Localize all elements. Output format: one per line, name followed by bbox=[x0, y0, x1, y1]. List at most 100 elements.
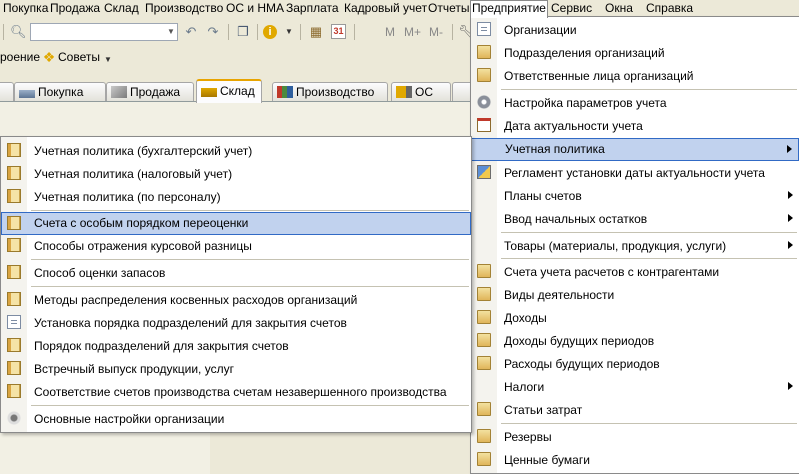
menu-otchety[interactable]: Отчеты bbox=[427, 0, 470, 17]
menu-item-opening-balances[interactable]: Ввод начальных остатков bbox=[471, 208, 799, 230]
submenu-item-special-revaluation[interactable]: Счета с особым порядком переоценки bbox=[1, 212, 471, 235]
calculator-icon[interactable]: ▦ bbox=[308, 24, 324, 40]
menu-item-counterparty-accounts[interactable]: Счета учета расчетов с контрагентами bbox=[471, 261, 799, 283]
chevron-down-icon[interactable]: ▼ bbox=[281, 24, 297, 40]
menu-item-goods[interactable]: Товары (материалы, продукция, услуги) bbox=[471, 235, 799, 257]
tab-proizvodstvo[interactable]: Производство bbox=[272, 82, 388, 101]
chevron-down-icon[interactable]: ▼ bbox=[100, 52, 116, 68]
menu-item-deferred-income[interactable]: Доходы будущих периодов bbox=[471, 330, 799, 352]
submenu-arrow-icon bbox=[788, 241, 793, 249]
advice-button[interactable]: Советы bbox=[58, 50, 100, 64]
menu-item-organizations[interactable]: Организации bbox=[471, 19, 799, 41]
menu-servis[interactable]: Сервис bbox=[550, 0, 593, 17]
memory-button[interactable]: M bbox=[385, 25, 395, 39]
toolbar-separator bbox=[300, 24, 301, 40]
menu-item-label: Виды деятельности bbox=[504, 288, 615, 302]
regulation-icon bbox=[477, 165, 491, 179]
memory-plus-button[interactable]: M+ bbox=[404, 25, 421, 39]
main-menu-bar: Покупка Продажа Склад Производство ОС и … bbox=[0, 0, 799, 18]
menu-separator bbox=[31, 405, 469, 406]
toolbar-separator bbox=[354, 24, 355, 40]
menu-item-label: Ответственные лица организаций bbox=[504, 69, 694, 83]
menu-item-cost-items[interactable]: Статьи затрат bbox=[471, 399, 799, 421]
menu-item-income[interactable]: Доходы bbox=[471, 307, 799, 329]
toolbar-separator bbox=[257, 24, 258, 40]
book-icon bbox=[7, 361, 21, 375]
menu-item-deferred-expenses[interactable]: Расходы будущих периодов bbox=[471, 353, 799, 375]
menu-sklad[interactable]: Склад bbox=[103, 0, 140, 17]
menu-kadrovyi-uchet[interactable]: Кадровый учет bbox=[343, 0, 428, 17]
menu-item-actuality-date[interactable]: Дата актуальности учета bbox=[471, 115, 799, 137]
menu-item-departments[interactable]: Подразделения организаций bbox=[471, 42, 799, 64]
section-tabs: Покупка Продажа Склад Производство ОС bbox=[0, 76, 478, 103]
submenu-arrow-icon bbox=[788, 214, 793, 222]
book-icon bbox=[477, 68, 491, 82]
menu-proizvodstvo[interactable]: Производство bbox=[144, 0, 224, 17]
book-icon bbox=[477, 356, 491, 370]
calendar-icon bbox=[477, 118, 491, 132]
tab-hidden-left[interactable] bbox=[0, 82, 14, 101]
submenu-item-indirect-cost-methods[interactable]: Методы распределения косвенных расходов … bbox=[1, 289, 471, 311]
menu-item-label: Учетная политика bbox=[505, 142, 605, 156]
menu-item-label: Расходы будущих периодов bbox=[504, 357, 660, 371]
submenu-item-organization-settings[interactable]: Основные настройки организации bbox=[1, 408, 471, 430]
menu-item-label: Регламент установки даты актуальности уч… bbox=[504, 166, 765, 180]
menu-item-actuality-regulation[interactable]: Регламент установки даты актуальности уч… bbox=[471, 162, 799, 184]
tab-pokupka[interactable]: Покупка bbox=[14, 82, 106, 101]
menu-predpriyatie[interactable]: Предприятие bbox=[470, 0, 548, 18]
tab-prodazha[interactable]: Продажа bbox=[106, 82, 194, 101]
gear-icon bbox=[477, 95, 491, 109]
menu-okna[interactable]: Окна bbox=[604, 0, 634, 17]
submenu-item-exchange-difference[interactable]: Способы отражения курсовой разницы bbox=[1, 235, 471, 257]
memory-minus-button[interactable]: M- bbox=[429, 25, 443, 39]
menu-item-accounting-policy[interactable]: Учетная политика bbox=[471, 138, 799, 161]
menu-zarplata[interactable]: Зарплата bbox=[285, 0, 340, 17]
menu-item-label: Настройка параметров учета bbox=[504, 96, 667, 110]
calendar-icon[interactable]: 31 bbox=[331, 24, 346, 39]
submenu-item-policy-personnel[interactable]: Учетная политика (по персоналу) bbox=[1, 186, 471, 208]
tab-sklad[interactable]: Склад bbox=[196, 79, 262, 103]
lightbulb-icon: ❖ bbox=[42, 49, 56, 65]
menu-item-accounting-parameters[interactable]: Настройка параметров учета bbox=[471, 92, 799, 114]
submenu-item-counter-output[interactable]: Встречный выпуск продукции, услуг bbox=[1, 358, 471, 380]
tab-label: Производство bbox=[296, 85, 375, 99]
toolbar-item-setup[interactable]: роение bbox=[0, 50, 40, 64]
menu-spravka[interactable]: Справка bbox=[645, 0, 694, 17]
book-icon bbox=[477, 45, 491, 59]
search-prev-icon[interactable]: ↷ bbox=[205, 24, 221, 40]
chevron-down-icon[interactable]: ▼ bbox=[165, 24, 177, 40]
menu-item-reserves[interactable]: Резервы bbox=[471, 426, 799, 448]
menu-item-taxes[interactable]: Налоги bbox=[471, 376, 799, 398]
menu-item-label: Счета учета расчетов с контрагентами bbox=[504, 265, 720, 279]
search-next-icon[interactable]: ↶ bbox=[183, 24, 199, 40]
menu-pokupka[interactable]: Покупка bbox=[2, 0, 49, 17]
menu-item-activity-types[interactable]: Виды деятельности bbox=[471, 284, 799, 306]
windows-icon[interactable]: ❐ bbox=[235, 24, 251, 40]
cart-icon bbox=[19, 90, 35, 98]
search-combo[interactable]: ▼ bbox=[30, 23, 178, 41]
menu-item-charts-of-accounts[interactable]: Планы счетов bbox=[471, 185, 799, 207]
menu-item-label: Встречный выпуск продукции, услуг bbox=[34, 362, 234, 376]
menu-os-nma[interactable]: ОС и НМА bbox=[225, 0, 285, 17]
menu-item-responsible-persons[interactable]: Ответственные лица организаций bbox=[471, 65, 799, 87]
submenu-arrow-icon bbox=[788, 382, 793, 390]
submenu-item-inventory-valuation[interactable]: Способ оценки запасов bbox=[1, 262, 471, 284]
submenu-item-policy-tax[interactable]: Учетная политика (налоговый учет) bbox=[1, 163, 471, 185]
book-icon bbox=[7, 265, 21, 279]
submenu-item-department-order[interactable]: Порядок подразделений для закрытия счето… bbox=[1, 335, 471, 357]
tab-os[interactable]: ОС bbox=[391, 82, 451, 101]
menu-prodazha[interactable]: Продажа bbox=[49, 0, 101, 17]
info-icon[interactable]: i bbox=[263, 25, 277, 39]
submenu-item-wip-accounts-mapping[interactable]: Соответствие счетов производства счетам … bbox=[1, 381, 471, 403]
menu-item-label: Доходы будущих периодов bbox=[504, 334, 655, 348]
standard-toolbar: 🔍︎ ▼ ↶ ↷ ❐ i ▼ ▦ 31 M M+ M- 🔧︎ bbox=[0, 19, 475, 45]
submenu-item-policy-accounting[interactable]: Учетная политика (бухгалтерский учет) bbox=[1, 140, 471, 162]
submenu-item-set-department-order[interactable]: Установка порядка подразделений для закр… bbox=[1, 312, 471, 334]
book-icon bbox=[7, 189, 21, 203]
search-icon[interactable]: 🔍︎ bbox=[10, 24, 27, 40]
menu-item-label: Ценные бумаги bbox=[504, 453, 590, 467]
book-icon bbox=[7, 166, 21, 180]
book-icon bbox=[477, 402, 491, 416]
menu-item-securities[interactable]: Ценные бумаги bbox=[471, 449, 799, 471]
menu-item-label: Учетная политика (налоговый учет) bbox=[34, 167, 233, 181]
